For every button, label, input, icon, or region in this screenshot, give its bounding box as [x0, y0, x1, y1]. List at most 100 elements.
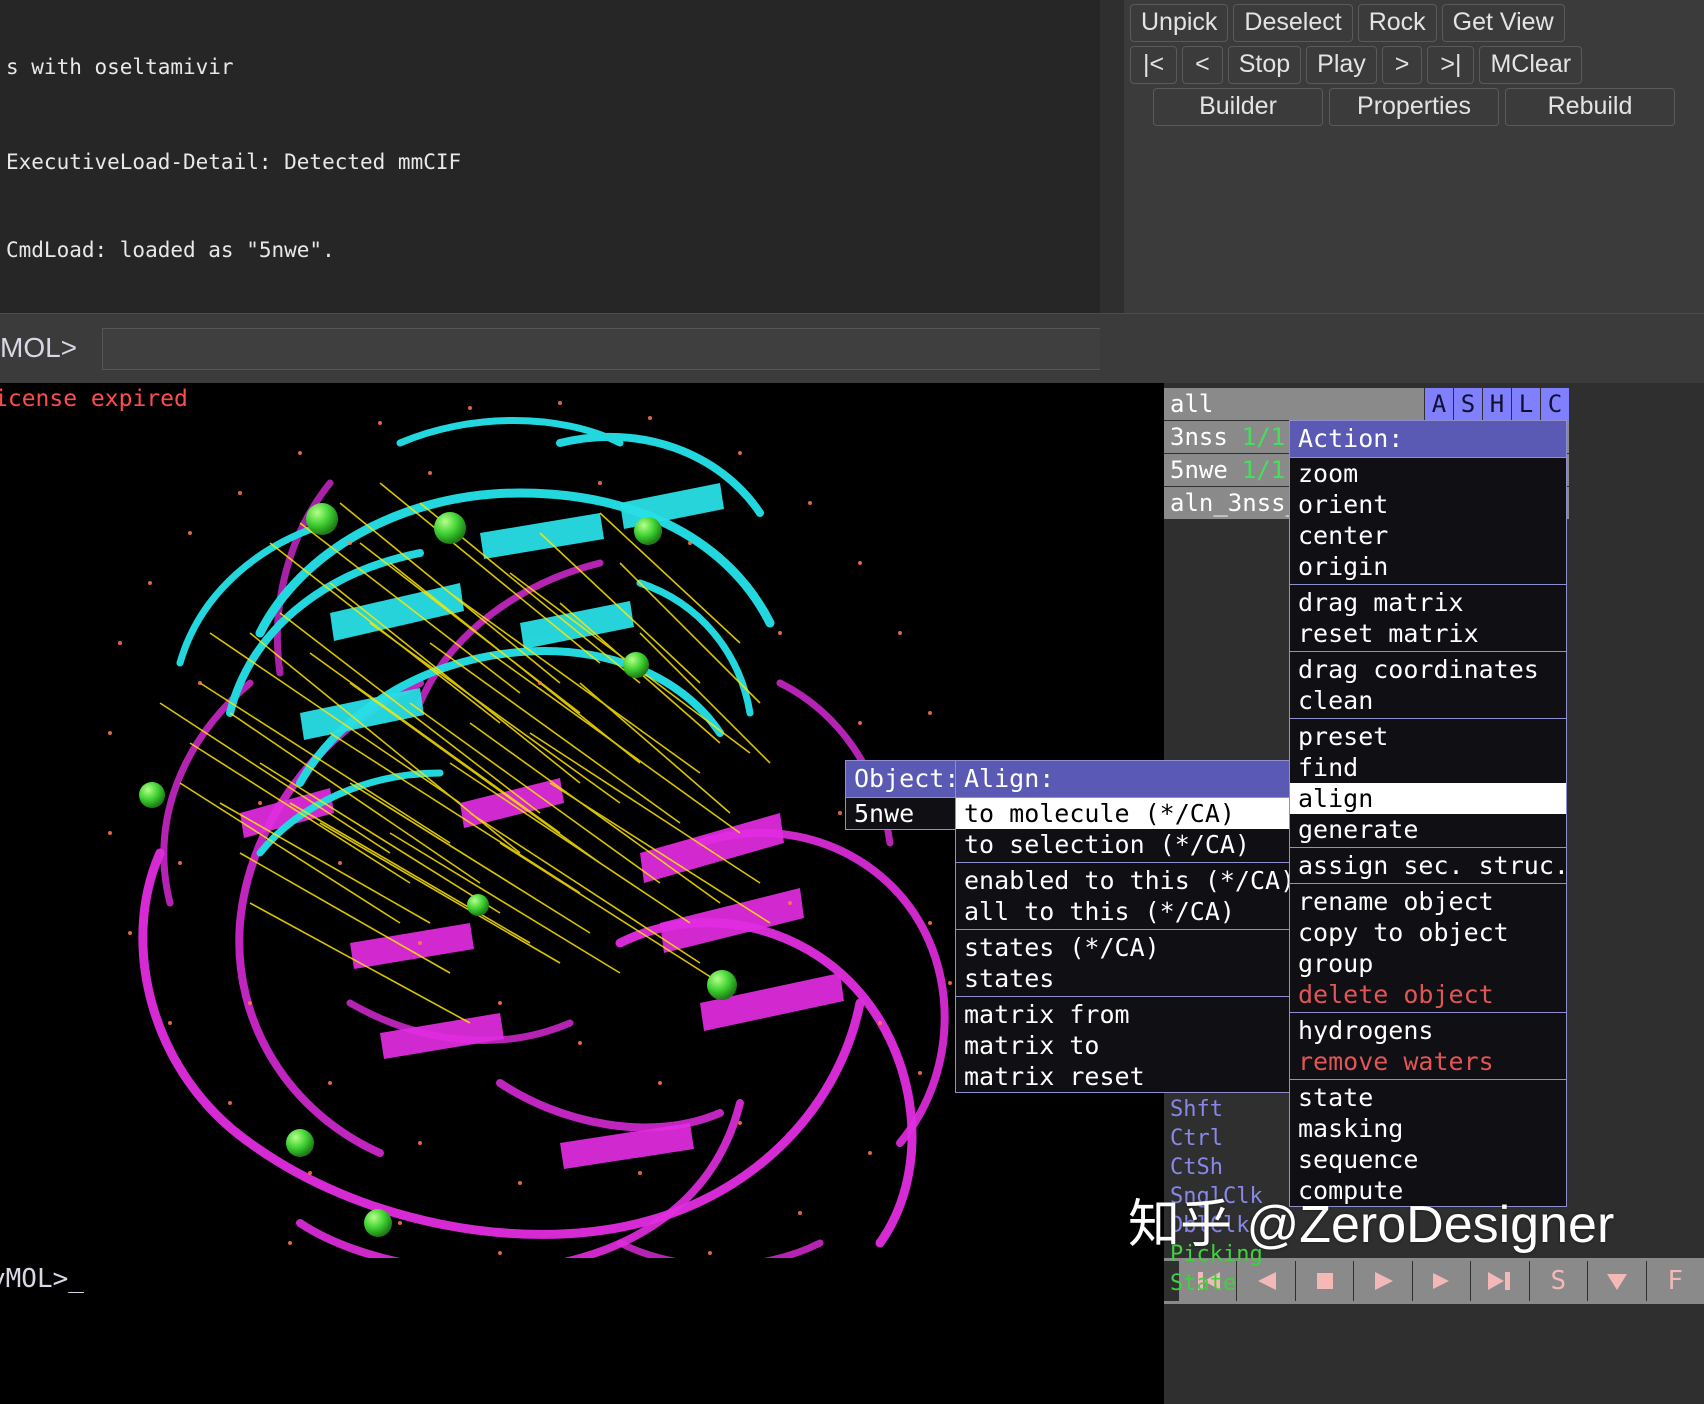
command-prompt-label: yMOL> [0, 332, 78, 363]
action-hydrogens-item[interactable]: hydrogens [1290, 1015, 1566, 1046]
align-menu-title: Align: [956, 761, 1290, 798]
mouse-mode-key: Shft [1170, 1097, 1223, 1122]
console-line: s with oseltamivir [6, 55, 234, 79]
movie-next-button[interactable]: > [1381, 46, 1423, 84]
align-states-ca-item[interactable]: states (*/CA) [956, 932, 1290, 963]
menu-divider [1290, 1012, 1566, 1013]
action-group-item[interactable]: group [1290, 948, 1566, 979]
bottom-prompt[interactable]: yMOL>_ [0, 1264, 84, 1294]
action-assign-sec-struc-item[interactable]: assign sec. struc. [1290, 850, 1569, 881]
rebuild-button[interactable]: Rebuild [1505, 88, 1675, 126]
action-copy-to-object-item[interactable]: copy to object [1290, 917, 1566, 948]
mclear-button[interactable]: MClear [1479, 46, 1583, 84]
object-row-all[interactable]: all A S H L C [1164, 388, 1569, 421]
movie-stop-icon[interactable] [1294, 1261, 1354, 1301]
bottom-right-filler [1164, 1304, 1704, 1404]
action-drag-matrix-item[interactable]: drag matrix [1290, 587, 1566, 618]
action-reset-matrix-item[interactable]: reset matrix [1290, 618, 1566, 649]
object-state: 1/1 [1241, 455, 1286, 484]
movie-prev-button[interactable]: < [1182, 46, 1223, 84]
align-to-selection-item[interactable]: to selection (*/CA) [956, 829, 1290, 860]
action-sequence-item[interactable]: sequence [1290, 1144, 1566, 1175]
mouse-mode-key: CtSh [1170, 1155, 1223, 1180]
movie-down-icon[interactable] [1587, 1261, 1646, 1301]
menu-divider [956, 996, 1290, 997]
toolbar-row-1: Unpick Deselect Rock Get View [1124, 0, 1704, 42]
action-find-item[interactable]: find [1290, 752, 1566, 783]
unpick-button[interactable]: Unpick [1130, 4, 1229, 42]
action-drag-coordinates-item[interactable]: drag coordinates [1290, 654, 1566, 685]
watermark: 知乎 @ZeroDesigner [1128, 1196, 1615, 1254]
pymol-window: s with oseltamivir ExecutiveLoad-Detail:… [0, 0, 1704, 1404]
action-preset-item[interactable]: preset [1290, 721, 1566, 752]
action-menu-title: Action: [1290, 421, 1566, 458]
action-menu-button[interactable]: A [1424, 388, 1453, 421]
hide-menu-button[interactable]: H [1482, 388, 1511, 421]
align-states-item[interactable]: states [956, 963, 1290, 994]
mouse-mode-key: Ctrl [1170, 1126, 1223, 1151]
object-name: all [1170, 389, 1214, 418]
show-menu-button[interactable]: S [1453, 388, 1482, 421]
matrix-to-item[interactable]: matrix to [956, 1030, 1290, 1061]
menu-divider [1290, 584, 1566, 585]
align-submenu: Align: to molecule (*/CA) to selection (… [955, 760, 1295, 1093]
object-name: aln_3nss_ [1170, 488, 1301, 517]
object-name: 5nwe [1170, 455, 1228, 484]
object-menu-title: Object: [846, 761, 959, 798]
action-remove-waters-item[interactable]: remove waters [1290, 1046, 1566, 1077]
console-line: ExecutiveLoad-Detail: Detected mmCIF [6, 149, 462, 174]
action-align-item[interactable]: align [1290, 783, 1566, 814]
properties-button[interactable]: Properties [1329, 88, 1499, 126]
action-clean-item[interactable]: clean [1290, 685, 1566, 716]
toolbar-row-2: |< < Stop Play > >| MClear [1124, 42, 1704, 84]
command-input[interactable] [102, 328, 1106, 370]
action-center-item[interactable]: center [1290, 520, 1566, 551]
action-menu: Action: zoom orient center origin drag m… [1289, 420, 1569, 1207]
top-toolbar: Unpick Deselect Rock Get View |< < Stop … [1124, 0, 1704, 313]
action-rename-object-item[interactable]: rename object [1290, 886, 1566, 917]
object-name: 3nss [1170, 422, 1228, 451]
movie-s-button[interactable]: S [1528, 1261, 1588, 1301]
menu-divider [1290, 651, 1566, 652]
console-line: CmdLoad: loaded as "5nwe". [6, 238, 335, 262]
action-generate-item[interactable]: generate [1290, 814, 1566, 845]
matrix-reset-item[interactable]: matrix reset [956, 1061, 1290, 1092]
movie-f-button[interactable]: F [1645, 1261, 1704, 1301]
align-all-to-this-item[interactable]: all to this (*/CA) [956, 896, 1290, 927]
label-menu-button[interactable]: L [1511, 388, 1540, 421]
rock-button[interactable]: Rock [1357, 4, 1437, 42]
menu-divider [956, 862, 1290, 863]
deselect-button[interactable]: Deselect [1233, 4, 1353, 42]
movie-play-icon[interactable] [1353, 1261, 1412, 1301]
align-enabled-to-this-item[interactable]: enabled to this (*/CA) [956, 865, 1295, 896]
menu-divider [1290, 847, 1566, 848]
command-bar-filler [1100, 314, 1704, 384]
action-delete-object-item[interactable]: delete object [1290, 979, 1566, 1010]
license-expired-warning: icense expired [0, 386, 188, 412]
object-menu-item-5nwe[interactable]: 5nwe [846, 798, 958, 829]
action-masking-item[interactable]: masking [1290, 1113, 1566, 1144]
menu-divider [956, 929, 1290, 930]
movie-last-icon[interactable] [1470, 1261, 1529, 1301]
object-state: 1/1 [1241, 422, 1286, 451]
menu-divider [1290, 1079, 1566, 1080]
movie-last-button[interactable]: >| [1427, 46, 1475, 84]
command-bar: yMOL> [0, 313, 1704, 384]
action-state-item[interactable]: state [1290, 1082, 1566, 1113]
builder-button[interactable]: Builder [1153, 88, 1323, 126]
action-orient-item[interactable]: orient [1290, 489, 1566, 520]
menu-divider [1290, 883, 1566, 884]
movie-play-button[interactable]: Play [1306, 46, 1377, 84]
console-output[interactable]: s with oseltamivir ExecutiveLoad-Detail:… [0, 0, 1100, 313]
movie-first-button[interactable]: |< [1130, 46, 1178, 84]
action-zoom-item[interactable]: zoom [1290, 458, 1566, 489]
align-to-molecule-item[interactable]: to molecule (*/CA) [956, 798, 1290, 829]
movie-stop-button[interactable]: Stop [1227, 46, 1302, 84]
object-control-buttons: A S H L C [1424, 388, 1569, 421]
movie-next-icon[interactable] [1411, 1261, 1471, 1301]
color-menu-button[interactable]: C [1540, 388, 1569, 421]
object-popup-menu: Object: 5nwe [845, 760, 959, 830]
matrix-from-item[interactable]: matrix from [956, 999, 1290, 1030]
action-origin-item[interactable]: origin [1290, 551, 1566, 582]
get-view-button[interactable]: Get View [1441, 4, 1565, 42]
